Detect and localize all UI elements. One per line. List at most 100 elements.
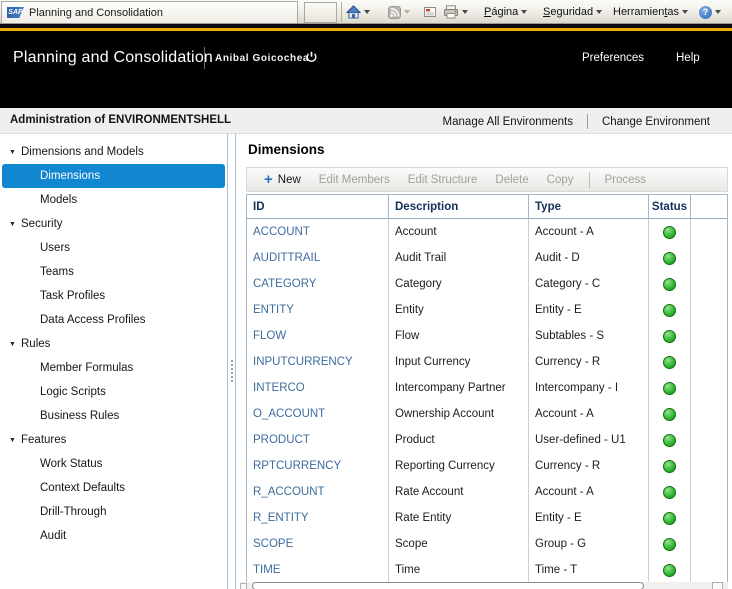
dimension-id-link[interactable]: R_ACCOUNT (247, 479, 389, 505)
status-dot-green (663, 330, 676, 343)
status-dot-green (663, 512, 676, 525)
new-button[interactable]: + New (255, 172, 310, 187)
sidebar-item-work-status[interactable]: Work Status (2, 452, 225, 476)
status-dot-green (663, 382, 676, 395)
dimension-id-link[interactable]: ENTITY (247, 297, 389, 323)
feeds-button[interactable] (388, 0, 410, 24)
table-body: ACCOUNTAccountAccount - AAUDITTRAILAudit… (247, 219, 727, 583)
table-row[interactable]: SCOPEScopeGroup - G (247, 531, 727, 557)
table-row[interactable]: AUDITTRAILAudit TrailAudit - D (247, 245, 727, 271)
process-button: Process (596, 174, 656, 186)
dimension-id-link[interactable]: CATEGORY (247, 271, 389, 297)
tools-menu[interactable]: Herramientas (613, 0, 688, 24)
sidebar-item-business-rules[interactable]: Business Rules (2, 404, 225, 428)
sidebar-section-label: Dimensions and Models (21, 146, 144, 158)
app-header: Planning and Consolidation Anibal Goicoc… (0, 31, 732, 84)
help-dropdown-icon[interactable] (715, 10, 721, 14)
page-title: Dimensions (248, 142, 325, 157)
manage-all-environments-link[interactable]: Manage All Environments (429, 116, 587, 128)
scrollbar-right-button[interactable] (712, 582, 723, 589)
table-row[interactable]: ENTITYEntityEntity - E (247, 297, 727, 323)
help-menu[interactable]: ? (699, 0, 721, 24)
toolbar-button-label: Process (605, 174, 647, 186)
tools-dropdown-icon[interactable] (682, 10, 688, 14)
column-header-id[interactable]: ID (247, 195, 389, 218)
sidebar-item-teams[interactable]: Teams (2, 260, 225, 284)
sidebar-item-users[interactable]: Users (2, 236, 225, 260)
browser-tab[interactable]: SAP Planning and Consolidation (1, 1, 298, 23)
table-row[interactable]: FLOWFlowSubtables - S (247, 323, 727, 349)
table-row[interactable]: ACCOUNTAccountAccount - A (247, 219, 727, 245)
security-menu[interactable]: Seguridad (543, 0, 602, 24)
sidebar-section-features[interactable]: ▼Features (0, 428, 227, 452)
read-mail-button[interactable] (423, 0, 437, 24)
dimension-id-link[interactable]: INPUTCURRENCY (247, 349, 389, 375)
sidebar-section-dimensions-and-models[interactable]: ▼Dimensions and Models (0, 140, 227, 164)
dimension-status-cell (649, 323, 691, 349)
security-dropdown-icon[interactable] (596, 10, 602, 14)
logoff-button[interactable] (305, 51, 318, 64)
sidebar-item-models[interactable]: Models (2, 188, 225, 212)
home-button[interactable] (346, 0, 370, 24)
sidebar-section-security[interactable]: ▼Security (0, 212, 227, 236)
change-environment-link[interactable]: Change Environment (588, 116, 724, 128)
scrollbar-thumb[interactable] (252, 582, 644, 589)
dimension-id-link[interactable]: ACCOUNT (247, 219, 389, 245)
feeds-dropdown-icon[interactable] (404, 10, 410, 14)
preferences-link[interactable]: Preferences (582, 52, 644, 64)
dimension-id-link[interactable]: TIME (247, 557, 389, 583)
sidebar-item-drill-through[interactable]: Drill-Through (2, 500, 225, 524)
app-title: Planning and Consolidation (13, 49, 213, 67)
column-header-status[interactable]: Status (649, 195, 691, 218)
dimension-id-link[interactable]: R_ENTITY (247, 505, 389, 531)
dimensions-toolbar: +NewEdit MembersEdit StructureDeleteCopy… (246, 167, 728, 192)
toolbar-button-label: Edit Structure (408, 174, 478, 186)
dimension-id-link[interactable]: AUDITTRAIL (247, 245, 389, 271)
page-menu[interactable]: Página (484, 0, 527, 24)
home-dropdown-icon[interactable] (364, 10, 370, 14)
sidebar-item-context-defaults[interactable]: Context Defaults (2, 476, 225, 500)
column-header-description[interactable]: Description (389, 195, 529, 218)
new-tab-button[interactable] (304, 2, 337, 23)
table-row[interactable]: INPUTCURRENCYInput CurrencyCurrency - R (247, 349, 727, 375)
sidebar-item-dimensions[interactable]: Dimensions (2, 164, 225, 188)
dimension-type: Intercompany - I (529, 375, 649, 401)
table-row[interactable]: CATEGORYCategoryCategory - C (247, 271, 727, 297)
dimension-status-cell (649, 505, 691, 531)
horizontal-scrollbar[interactable] (240, 582, 728, 589)
dimension-empty-cell (691, 271, 727, 297)
dimension-id-link[interactable]: FLOW (247, 323, 389, 349)
print-button[interactable] (443, 0, 468, 24)
status-dot-green (663, 486, 676, 499)
help-link[interactable]: Help (676, 52, 700, 64)
dimension-id-link[interactable]: SCOPE (247, 531, 389, 557)
table-row[interactable]: TIMETimeTime - T (247, 557, 727, 583)
sidebar-splitter[interactable] (229, 134, 236, 589)
dimension-empty-cell (691, 479, 727, 505)
chevron-down-icon: ▼ (9, 341, 21, 348)
sidebar-section-rules[interactable]: ▼Rules (0, 332, 227, 356)
sidebar-item-member-formulas[interactable]: Member Formulas (2, 356, 225, 380)
dimension-id-link[interactable]: PRODUCT (247, 427, 389, 453)
table-row[interactable]: RPTCURRENCYReporting CurrencyCurrency - … (247, 453, 727, 479)
sidebar-item-task-profiles[interactable]: Task Profiles (2, 284, 225, 308)
sidebar-item-audit[interactable]: Audit (2, 524, 225, 548)
table-row[interactable]: R_ENTITYRate EntityEntity - E (247, 505, 727, 531)
column-header-type[interactable]: Type (529, 195, 649, 218)
plus-icon: + (264, 172, 273, 187)
dimension-id-link[interactable]: RPTCURRENCY (247, 453, 389, 479)
table-row[interactable]: PRODUCTProductUser-defined - U1 (247, 427, 727, 453)
print-dropdown-icon[interactable] (462, 10, 468, 14)
dimension-empty-cell (691, 323, 727, 349)
table-row[interactable]: O_ACCOUNTOwnership AccountAccount - A (247, 401, 727, 427)
page-dropdown-icon[interactable] (521, 10, 527, 14)
table-row[interactable]: R_ACCOUNTRate AccountAccount - A (247, 479, 727, 505)
sidebar-item-logic-scripts[interactable]: Logic Scripts (2, 380, 225, 404)
dimension-empty-cell (691, 505, 727, 531)
sidebar-item-data-access-profiles[interactable]: Data Access Profiles (2, 308, 225, 332)
dimension-id-link[interactable]: INTERCO (247, 375, 389, 401)
scrollbar-left-button[interactable] (240, 583, 247, 589)
toolbar-button-label: New (278, 174, 301, 186)
dimension-id-link[interactable]: O_ACCOUNT (247, 401, 389, 427)
table-row[interactable]: INTERCOIntercompany PartnerIntercompany … (247, 375, 727, 401)
